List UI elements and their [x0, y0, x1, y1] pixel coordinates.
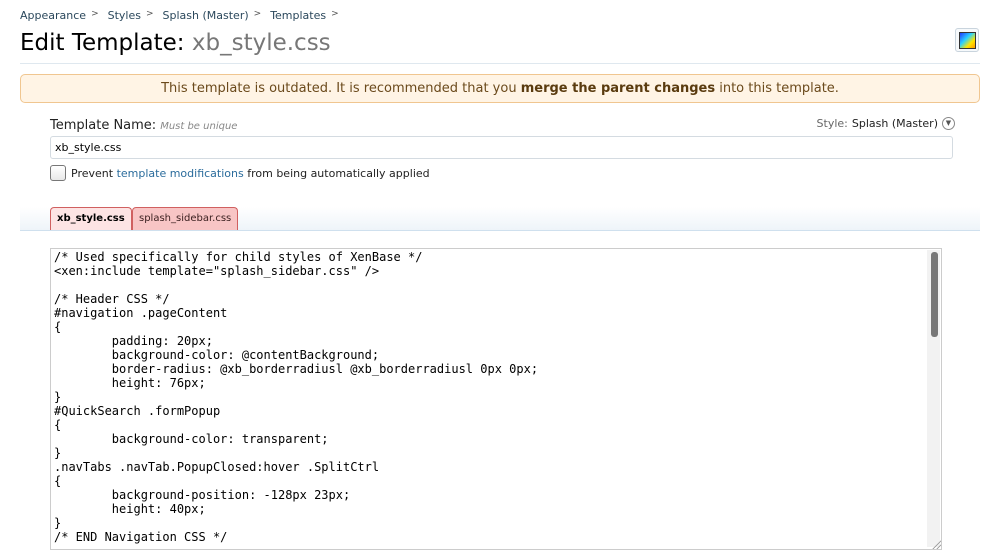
merge-parent-changes-link[interactable]: merge the parent changes	[521, 81, 715, 96]
breadcrumb: Appearance > Styles > Splash (Master) > Tem…	[20, 9, 348, 22]
tab-splash-sidebar-css[interactable]: splash_sidebar.css	[132, 207, 239, 230]
breadcrumb-templates[interactable]: Templates	[270, 9, 326, 22]
chevron-right-icon: >	[331, 9, 339, 19]
template-code[interactable]: /* Used specifically for child styles of…	[51, 249, 941, 545]
style-chooser-button[interactable]	[955, 28, 979, 52]
style-label-text: Style:	[816, 117, 848, 130]
style-selector[interactable]: Style: Splash (Master) ▼	[817, 117, 955, 130]
template-name-label: Template Name: Must be unique	[50, 118, 237, 133]
notice-text-before: This template is outdated. It is recomme…	[161, 81, 521, 96]
prevent-modifications-row: Prevent template modifications from bein…	[50, 165, 430, 181]
prevent-text-before: Prevent	[71, 166, 114, 180]
chevron-right-icon: >	[253, 9, 262, 19]
template-name-input[interactable]	[50, 136, 953, 159]
page-title-row: Edit Template: xb_style.css	[20, 30, 331, 56]
notice-text-after: into this template.	[715, 81, 839, 96]
chevron-right-icon: >	[145, 9, 154, 19]
breadcrumb-styles[interactable]: Styles	[108, 9, 141, 22]
editor-scroll-thumb[interactable]	[931, 252, 938, 337]
template-tabs: xb_style.css splash_sidebar.css	[20, 207, 980, 231]
page-title-prefix: Edit Template:	[20, 30, 185, 56]
template-name-hint: Must be unique	[160, 121, 238, 132]
prevent-text-after: from being automatically applied	[247, 166, 430, 180]
tab-xb-style-css[interactable]: xb_style.css	[50, 207, 132, 230]
template-name-label-text: Template Name:	[50, 118, 157, 133]
template-modifications-link[interactable]: template modifications	[117, 167, 244, 180]
page-title-template-name: xb_style.css	[191, 30, 331, 56]
style-value: Splash (Master)	[851, 117, 938, 130]
page-title: Edit Template: xb_style.css	[20, 30, 331, 56]
breadcrumb-splash-master[interactable]: Splash (Master)	[163, 9, 249, 22]
template-code-editor[interactable]: /* Used specifically for child styles of…	[50, 248, 942, 550]
divider	[20, 63, 980, 64]
resize-grip-icon[interactable]	[931, 539, 941, 549]
prevent-modifications-checkbox[interactable]	[50, 165, 66, 181]
outdated-notice: This template is outdated. It is recomme…	[20, 74, 980, 103]
breadcrumb-appearance[interactable]: Appearance	[20, 9, 86, 22]
color-swatch-icon	[958, 31, 976, 49]
chevron-right-icon: >	[91, 9, 99, 19]
chevron-down-icon[interactable]: ▼	[942, 117, 955, 130]
